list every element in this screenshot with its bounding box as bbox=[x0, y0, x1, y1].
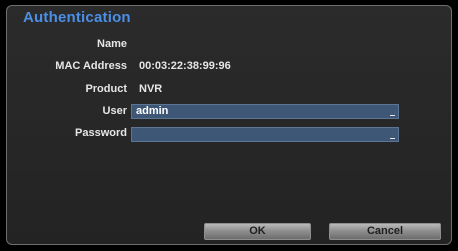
ok-button[interactable]: OK bbox=[204, 223, 311, 240]
text-cursor bbox=[390, 115, 395, 116]
text-cursor bbox=[390, 138, 395, 139]
cancel-button[interactable]: Cancel bbox=[329, 223, 441, 240]
product-label: Product bbox=[85, 83, 127, 95]
name-label: Name bbox=[97, 38, 127, 50]
user-input[interactable]: admin bbox=[131, 104, 399, 119]
mac-address-label: MAC Address bbox=[55, 60, 127, 72]
password-label: Password bbox=[75, 127, 127, 139]
mac-address-value: 00:03:22:38:99:96 bbox=[139, 60, 231, 72]
user-label: User bbox=[102, 105, 127, 117]
user-input-value: admin bbox=[136, 105, 169, 117]
product-value: NVR bbox=[139, 83, 163, 95]
password-input[interactable] bbox=[131, 127, 399, 142]
dialog-title: Authentication bbox=[23, 9, 131, 26]
authentication-dialog: Authentication Name MAC Address 00:03:22… bbox=[6, 5, 452, 245]
